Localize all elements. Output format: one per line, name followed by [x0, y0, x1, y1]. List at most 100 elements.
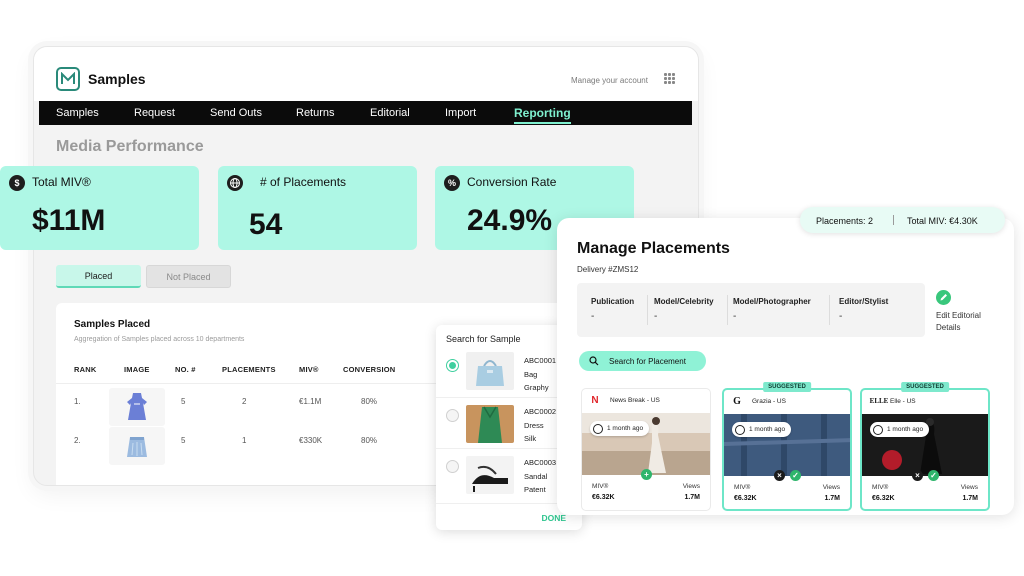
placement-card-grazia[interactable]: SUGGESTED G Grazia - US 1 month ago × ✓ … [722, 382, 852, 511]
row2-no: 5 [181, 436, 186, 445]
nav-send-outs[interactable]: Send Outs [210, 107, 262, 119]
kpi-value: 24.9% [467, 204, 553, 237]
done-button[interactable]: DONE [541, 513, 566, 523]
card-source: Elle - US [890, 398, 916, 405]
popup-title: Search for Sample [446, 334, 521, 344]
app-logo-icon[interactable] [56, 67, 80, 91]
manage-account-link[interactable]: Manage your account [571, 76, 648, 85]
kpi-value: 54 [249, 208, 283, 241]
panel-title: Manage Placements [577, 240, 730, 257]
pencil-icon [936, 290, 951, 305]
kpi-placements: # of Placements 54 [218, 166, 417, 250]
top-bar: Samples Manage your account [34, 47, 698, 101]
globe-icon [873, 424, 883, 435]
editorial-details: Publication - Model/Celebrity - Model/Phot… [577, 283, 925, 337]
reject-icon[interactable]: × [912, 470, 923, 481]
card-source: Grazia - US [752, 398, 786, 405]
globe-icon [227, 175, 243, 191]
card-header: N News Break - US [582, 389, 710, 411]
globe-icon [735, 424, 745, 435]
total-miv: Total MIV: €4.30K [907, 216, 978, 226]
accept-icon[interactable]: ✓ [790, 470, 801, 481]
manage-placements-panel: Manage Placements Delivery #ZMS12 Public… [557, 218, 1014, 515]
kpi-label: Conversion Rate [467, 175, 557, 189]
bag-image [466, 352, 514, 390]
time-chip: 1 month ago [590, 421, 650, 436]
row1-placements: 2 [242, 397, 247, 406]
sample-radio-3[interactable] [446, 460, 459, 473]
kpi-label: Total MIV® [32, 175, 91, 189]
placement-card-elle[interactable]: SUGGESTED ELLE Elle - US 1 month ago × ✓… [860, 382, 990, 511]
time-chip: 1 month ago [870, 422, 930, 437]
delivery-id: Delivery #ZMS12 [577, 265, 639, 274]
sample-1-text[interactable]: ABC0001 Bag Graphy [524, 354, 556, 395]
editor-stylist-field: Editor/Stylist - [839, 297, 889, 322]
edit-editorial-button[interactable]: Edit Editorial Details [936, 290, 1002, 334]
divider [893, 215, 894, 225]
page-title: Media Performance [56, 138, 204, 155]
nav-samples[interactable]: Samples [56, 107, 99, 119]
col-rank[interactable]: RANK [74, 365, 96, 374]
sample-3-text[interactable]: ABC0003 Sandal Patent [524, 456, 556, 497]
newsbreak-logo-icon: N [591, 395, 599, 406]
card-views: Views 1.7M [682, 483, 700, 501]
sample-2-text[interactable]: ABC0002 Dress Silk [524, 405, 556, 446]
time-chip: 1 month ago [732, 422, 792, 437]
divider [727, 295, 728, 325]
model-celebrity-field: Model/Celebrity - [654, 297, 714, 322]
card-header: ELLE Elle - US [862, 390, 988, 412]
card-views: Views 1.7M [960, 484, 978, 502]
card-header: G Grazia - US [724, 390, 850, 412]
not-placed-toggle[interactable]: Not Placed [146, 265, 231, 288]
model-photographer-field: Model/Photographer - [733, 297, 811, 322]
dress-icon [109, 388, 165, 426]
nav-editorial[interactable]: Editorial [370, 107, 410, 119]
sample-radio-2[interactable] [446, 409, 459, 422]
percent-icon: % [444, 175, 460, 191]
nav-import[interactable]: Import [445, 107, 476, 119]
row1-conversion: 80% [361, 397, 378, 406]
divider [647, 295, 648, 325]
elle-logo-icon: ELLE [869, 397, 889, 405]
col-conversion[interactable]: CONVERSION [343, 365, 395, 374]
edit-editorial-label: Edit Editorial Details [936, 311, 981, 332]
table-title: Samples Placed [74, 319, 151, 330]
col-placements[interactable]: PLACEMENTS [222, 365, 276, 374]
divider [829, 295, 830, 325]
card-miv: MIV® €6.32K [734, 484, 757, 502]
row1-rank: 1. [74, 397, 81, 406]
row1-no: 5 [181, 397, 186, 406]
nav-returns[interactable]: Returns [296, 107, 335, 119]
search-icon [589, 356, 599, 366]
placements-summary: Placements: 2 Total MIV: €4.30K [800, 207, 1005, 233]
col-miv[interactable]: MIV® [299, 365, 319, 374]
col-no[interactable]: NO. # [175, 365, 196, 374]
row2-miv: €330K [299, 436, 323, 445]
col-image: IMAGE [124, 365, 150, 374]
card-miv: MIV® €6.32K [872, 484, 895, 502]
app-grid-icon[interactable] [664, 73, 675, 84]
nav-request[interactable]: Request [134, 107, 175, 119]
main-nav: Samples Request Send Outs Returns Editor… [39, 101, 692, 125]
card-views: Views 1.7M [822, 484, 840, 502]
sample-radio-1[interactable] [446, 359, 459, 372]
add-icon[interactable]: + [641, 469, 652, 480]
sandal-image [466, 456, 514, 494]
nav-reporting[interactable]: Reporting [514, 106, 571, 124]
reject-icon[interactable]: × [774, 470, 785, 481]
row2-placements: 1 [242, 436, 247, 445]
grazia-logo-icon: G [733, 396, 741, 407]
accept-icon[interactable]: ✓ [928, 470, 939, 481]
row2-rank: 2. [74, 436, 81, 445]
skirt-icon [109, 427, 165, 465]
row1-miv: €1.1M [299, 397, 322, 406]
row2-conversion: 80% [361, 436, 378, 445]
app-title: Samples [88, 71, 146, 87]
kpi-label: # of Placements [260, 175, 347, 189]
search-placement-button[interactable]: Search for Placement [579, 351, 706, 371]
publication-field: Publication - [591, 297, 635, 322]
placement-card-newsbreak[interactable]: N News Break - US 1 month ago + MIV® €6.3… [581, 388, 711, 511]
placements-count: Placements: 2 [816, 216, 874, 226]
card-source: News Break - US [610, 397, 660, 404]
placed-toggle[interactable]: Placed [56, 265, 141, 288]
